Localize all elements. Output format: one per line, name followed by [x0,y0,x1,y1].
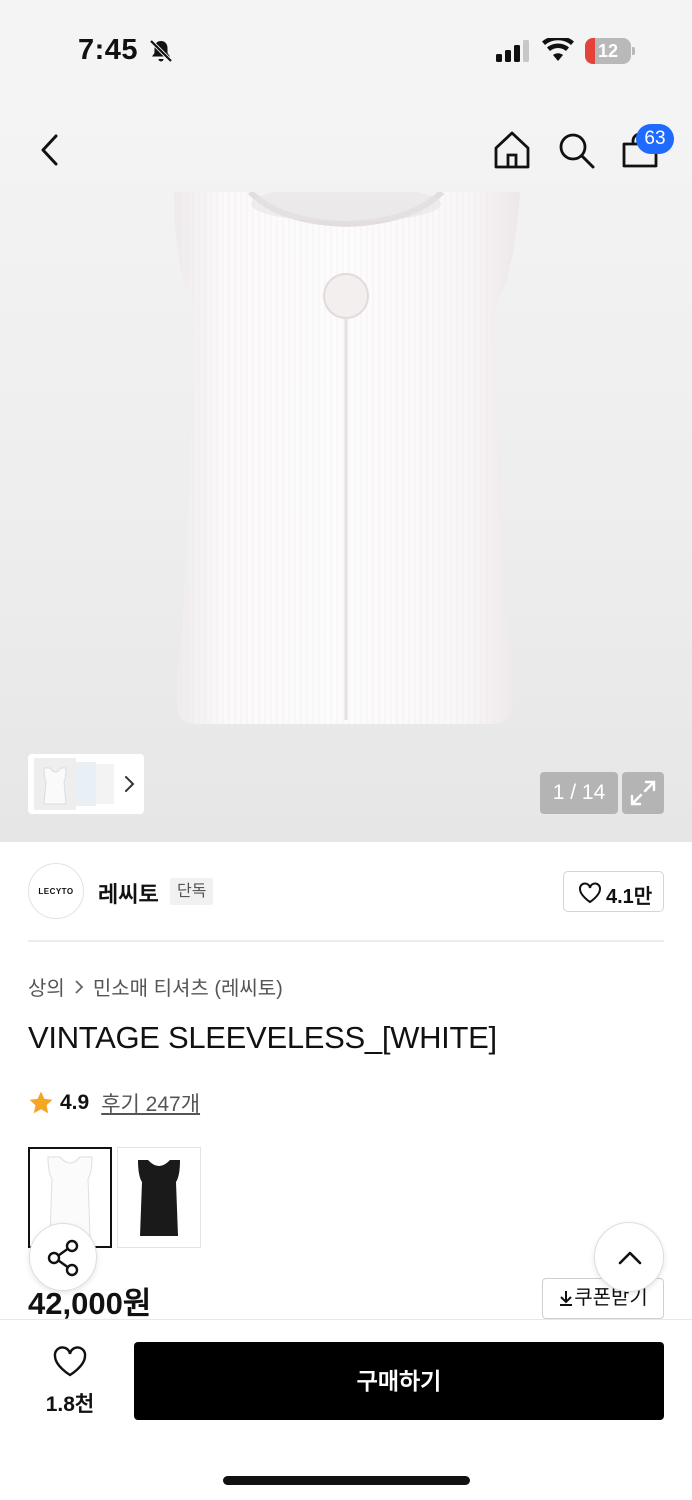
home-icon[interactable] [492,130,532,170]
brand-like-count: 4.1만 [606,886,653,908]
heart-icon [579,882,601,904]
divider [28,940,664,942]
signal-icon [496,40,529,62]
status-time: 7:45 [78,34,139,66]
battery-level: 12 [597,41,619,61]
black-tank-thumbnail [138,1160,180,1236]
status-bar: 7:45 12 [0,0,692,100]
cart-count-badge: 63 [636,124,674,154]
product-image [174,192,520,724]
scroll-to-top-button[interactable] [594,1222,664,1292]
chevron-right-icon [125,776,135,792]
wishlist-button[interactable]: 1.8천 [28,1346,112,1416]
share-icon [47,1239,79,1277]
bottom-action-bar: 1.8천 구매하기 [0,1319,692,1500]
expand-button[interactable] [622,772,664,814]
exclusive-badge: 단독 [170,878,214,905]
bell-muted-icon [149,39,173,63]
product-title: VINTAGE SLEEVELESS_[WHITE] [28,1020,497,1055]
breadcrumb-item[interactable]: 민소매 티셔츠 (레씨토) [93,972,283,1001]
brand-logo[interactable]: LECYTO [28,863,84,919]
gallery-counter: 1 / 14 [540,772,618,814]
back-icon[interactable] [30,130,70,170]
brand-like-button[interactable]: 4.1만 [563,871,664,912]
breadcrumb: 상의 민소매 티셔츠 (레씨토) [28,972,283,1001]
buy-button[interactable]: 구매하기 [134,1342,664,1420]
brand-name[interactable]: 레씨토 [98,877,159,909]
gallery-thumbnails[interactable] [28,754,144,814]
home-indicator[interactable] [223,1476,470,1485]
heart-icon [53,1346,87,1377]
chevron-up-icon [618,1251,642,1265]
wifi-icon [542,38,574,61]
chevron-right-icon [75,979,84,994]
search-icon[interactable] [556,130,596,170]
product-gallery[interactable]: 63 1 / 14 [0,100,692,842]
rating-score: 4.9 [60,1091,90,1114]
download-icon [560,1291,573,1306]
color-option-black[interactable] [117,1147,201,1248]
share-button[interactable] [29,1223,97,1291]
breadcrumb-item[interactable]: 상의 [28,972,65,1001]
battery-icon: 12 [585,38,635,64]
product-rating: 4.9 후기 247개 [28,1088,200,1118]
star-icon [29,1091,53,1114]
reviews-link[interactable]: 후기 247개 [101,1088,200,1118]
expand-icon [630,780,656,806]
wishlist-count: 1.8천 [45,1393,95,1416]
